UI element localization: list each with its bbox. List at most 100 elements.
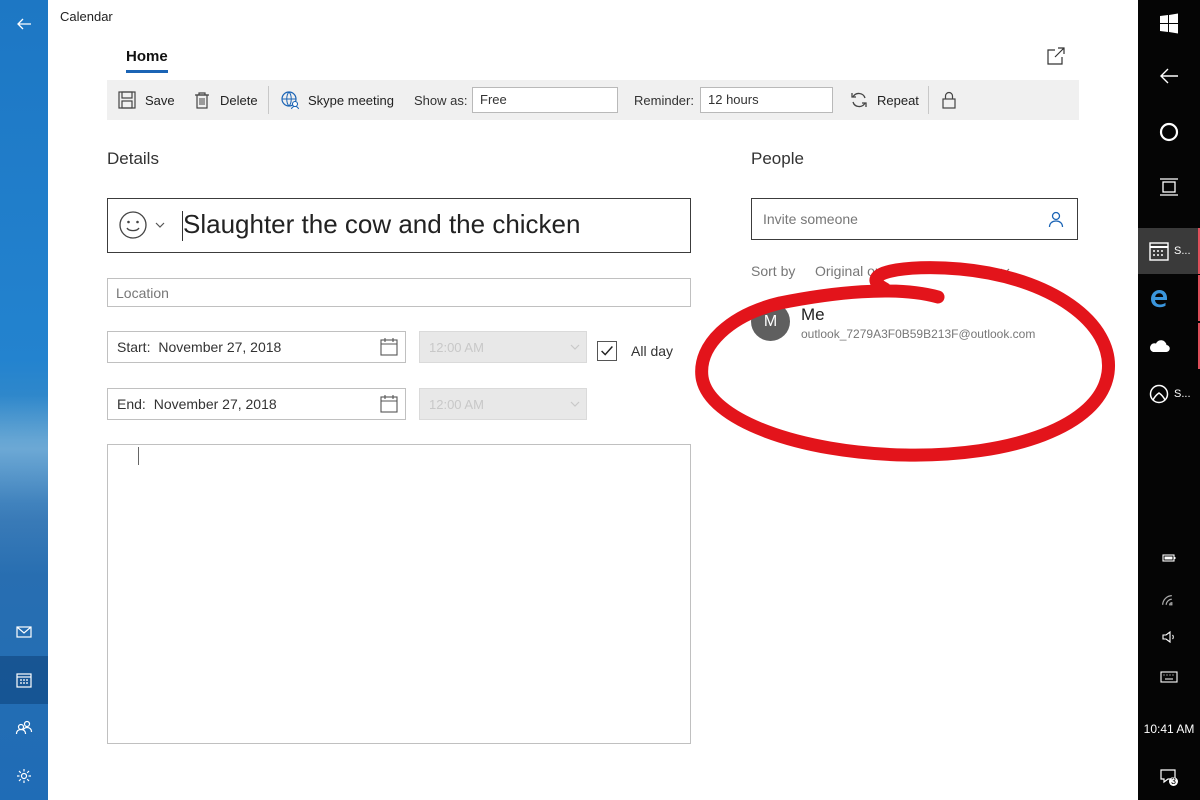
- people-heading: People: [751, 149, 804, 168]
- delete-button[interactable]: Delete: [192, 80, 258, 120]
- battery-button[interactable]: [1138, 535, 1200, 581]
- chevron-down-icon[interactable]: [155, 220, 165, 230]
- taskbar-back-button[interactable]: [1138, 53, 1200, 99]
- event-title-field[interactable]: Slaughter the cow and the chicken: [107, 198, 691, 253]
- end-date-picker[interactable]: End: November 27, 2018: [107, 388, 406, 420]
- show-as-select[interactable]: Free: [472, 87, 618, 113]
- skype-globe-icon: [281, 91, 300, 110]
- delete-label: Delete: [220, 92, 258, 108]
- taskbar-app-calendar[interactable]: S...: [1138, 228, 1200, 274]
- end-time-select: 12:00 AM: [419, 388, 587, 420]
- popout-icon[interactable]: [1045, 45, 1067, 67]
- calendar-icon: [1149, 242, 1169, 261]
- event-title-text: Slaughter the cow and the chicken: [183, 209, 581, 239]
- touch-keyboard-button[interactable]: [1138, 654, 1200, 700]
- calendar-icon: [380, 338, 398, 356]
- text-cursor: [138, 447, 139, 465]
- checkmark-icon: [601, 346, 613, 356]
- invite-placeholder: Invite someone: [763, 211, 858, 227]
- repeat-icon: [851, 92, 867, 108]
- details-heading: Details: [107, 149, 159, 168]
- back-arrow-icon: [17, 18, 31, 30]
- rail-background-wave: [0, 395, 48, 575]
- reminder-label: Reminder:: [634, 92, 694, 108]
- calendar-icon: [380, 395, 398, 413]
- start-date-picker[interactable]: Start: November 27, 2018: [107, 331, 406, 363]
- taskbar-clock[interactable]: 10:41 AM: [1138, 722, 1200, 736]
- end-time: 12:00 AM: [429, 397, 484, 412]
- start-time-select: 12:00 AM: [419, 331, 587, 363]
- save-icon: [118, 91, 136, 109]
- tab-active-indicator: [126, 70, 168, 73]
- save-button[interactable]: Save: [117, 80, 175, 120]
- task-view-button[interactable]: [1138, 164, 1200, 210]
- private-button[interactable]: [939, 80, 967, 120]
- notification-count: 3: [1171, 776, 1177, 786]
- person-icon[interactable]: [1047, 210, 1065, 228]
- toolbar-divider: [268, 86, 269, 114]
- toolbar-divider: [928, 86, 929, 114]
- mail-icon: [16, 626, 32, 638]
- action-center-button[interactable]: 3: [1138, 754, 1200, 800]
- start-label: Start:: [117, 339, 151, 355]
- event-toolbar: Save Delete Skype meeting Show as: Free …: [107, 80, 1079, 120]
- save-label: Save: [145, 92, 175, 108]
- back-button[interactable]: [0, 0, 48, 48]
- task-view-icon: [1160, 178, 1178, 196]
- lock-icon: [942, 91, 956, 109]
- skype-meeting-label: Skype meeting: [308, 92, 394, 108]
- cortana-button[interactable]: [1138, 109, 1200, 155]
- emoji-icon[interactable]: [118, 210, 148, 240]
- tab-home[interactable]: Home: [126, 48, 168, 65]
- mail-nav-button[interactable]: [0, 608, 48, 656]
- onedrive-icon: [1149, 340, 1170, 353]
- end-date: November 27, 2018: [153, 396, 277, 412]
- chevron-down-icon: [570, 401, 580, 407]
- taskbar-app-label: S...: [1174, 388, 1191, 400]
- calendar-nav-button[interactable]: [0, 656, 48, 704]
- invite-input[interactable]: Invite someone: [751, 198, 1078, 240]
- calendar-icon: [16, 673, 32, 688]
- attendee-email: outlook_7279A3F0B59B213F@outlook.com: [801, 327, 1036, 341]
- start-date: November 27, 2018: [158, 339, 282, 355]
- volume-icon: [1162, 630, 1174, 644]
- edge-icon: [1151, 290, 1167, 308]
- sort-order-select[interactable]: Original order: [815, 263, 900, 279]
- red-circle-annotation: [695, 261, 1115, 462]
- end-label: End:: [117, 396, 146, 412]
- event-notes-editor[interactable]: [107, 444, 691, 744]
- chevron-down-icon[interactable]: [1000, 266, 1010, 276]
- repeat-label: Repeat: [877, 92, 919, 108]
- taskbar-app-xbox[interactable]: S...: [1138, 371, 1200, 417]
- taskbar-app-edge[interactable]: [1138, 275, 1200, 321]
- wifi-icon: [1162, 595, 1173, 606]
- attendee-name: Me: [801, 305, 825, 324]
- trash-icon: [195, 92, 209, 109]
- left-rail: [0, 0, 48, 800]
- chevron-down-icon: [570, 344, 580, 350]
- notification-icon: [1160, 769, 1178, 786]
- all-day-label: All day: [631, 343, 674, 359]
- repeat-button[interactable]: Repeat: [849, 80, 919, 120]
- start-button[interactable]: [1138, 0, 1200, 46]
- location-input[interactable]: Location: [107, 278, 691, 307]
- avatar[interactable]: M: [751, 302, 790, 341]
- people-icon: [15, 720, 33, 735]
- start-time: 12:00 AM: [429, 340, 484, 355]
- taskbar-app-onedrive[interactable]: [1138, 323, 1200, 369]
- reminder-select[interactable]: 12 hours: [700, 87, 833, 113]
- cortana-circle-icon: [1159, 122, 1179, 142]
- tablet-taskbar: S... S... 3: [1138, 0, 1200, 800]
- people-nav-button[interactable]: [0, 704, 48, 752]
- xbox-icon: [1149, 384, 1169, 404]
- settings-nav-button[interactable]: [0, 752, 48, 800]
- back-arrow-icon: [1160, 68, 1178, 84]
- app-title: Calendar: [60, 9, 113, 24]
- sort-by-label: Sort by: [751, 263, 796, 279]
- keyboard-icon: [1160, 671, 1178, 683]
- all-day-checkbox[interactable]: [597, 341, 617, 361]
- gear-icon: [17, 769, 31, 783]
- show-as-label: Show as:: [414, 92, 468, 108]
- skype-meeting-button[interactable]: Skype meeting: [280, 80, 394, 120]
- taskbar-app-label: S...: [1174, 245, 1191, 257]
